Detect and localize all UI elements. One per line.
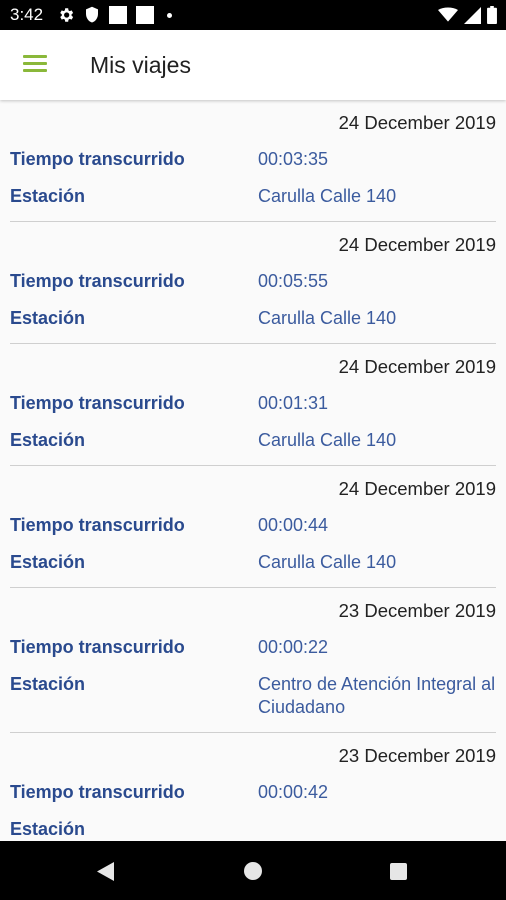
elapsed-time-label: Tiempo transcurrido (10, 515, 185, 535)
station-value: Carulla Calle 140 (258, 308, 397, 328)
gear-icon (60, 8, 74, 22)
dot-icon (167, 12, 172, 18)
station-label: Estación (10, 308, 86, 328)
home-circle-icon[interactable] (244, 862, 262, 880)
trip-item[interactable]: 24 December 2019 Tiempo transcurrido 00:… (10, 222, 496, 344)
elapsed-time-value: 00:01:31 (258, 393, 329, 413)
elapsed-time-label: Tiempo transcurrido (10, 782, 185, 802)
signal-icon (464, 6, 481, 24)
recent-apps-square-icon[interactable] (390, 863, 407, 880)
system-nav-bar (0, 841, 506, 900)
elapsed-time-value: 00:00:22 (258, 637, 329, 657)
elapsed-time-label: Tiempo transcurrido (10, 393, 185, 413)
trip-item[interactable]: 24 December 2019 Tiempo transcurrido 00:… (10, 100, 496, 222)
station-label: Estación (10, 430, 86, 450)
wifi-icon (438, 7, 458, 22)
trip-item[interactable]: 24 December 2019 Tiempo transcurrido 00:… (10, 466, 496, 588)
elapsed-time-label: Tiempo transcurrido (10, 149, 185, 169)
station-value: Carulla Calle 140 (258, 186, 397, 206)
station-label: Estación (10, 186, 86, 206)
trip-date: 24 December 2019 (338, 234, 496, 255)
trip-date: 24 December 2019 (338, 356, 496, 377)
elapsed-time-value: 00:00:42 (258, 782, 329, 802)
shield-icon (86, 6, 98, 23)
trip-item[interactable]: 23 December 2019 Tiempo transcurrido 00:… (10, 588, 496, 733)
status-bar: 3:42 (0, 0, 506, 30)
station-value (258, 818, 496, 840)
trip-date: 23 December 2019 (338, 600, 496, 621)
station-value: Centro de Atención Integral al Ciudadano (258, 674, 496, 717)
elapsed-time-value: 00:05:55 (258, 271, 329, 291)
station-label: Estación (10, 552, 86, 572)
status-notification-icons (57, 6, 172, 24)
elapsed-time-label: Tiempo transcurrido (10, 637, 185, 657)
trips-list[interactable]: 24 December 2019 Tiempo transcurrido 00:… (0, 100, 506, 841)
menu-button[interactable] (15, 49, 55, 81)
station-label: Estación (10, 674, 86, 694)
status-system-icons (438, 6, 497, 24)
back-triangle-icon[interactable] (97, 862, 114, 881)
trip-date: 23 December 2019 (338, 745, 496, 766)
trip-item[interactable]: 23 December 2019 Tiempo transcurrido 00:… (10, 733, 496, 841)
battery-icon (487, 6, 497, 24)
square-icon (136, 6, 154, 24)
elapsed-time-label: Tiempo transcurrido (10, 271, 185, 291)
square-icon (109, 6, 127, 24)
app-bar: Mis viajes (0, 30, 506, 100)
page-title: Mis viajes (90, 52, 191, 78)
station-value: Carulla Calle 140 (258, 430, 397, 450)
trip-date: 24 December 2019 (338, 112, 496, 133)
status-time: 3:42 (10, 5, 44, 24)
elapsed-time-value: 00:00:44 (258, 515, 329, 535)
station-label: Estación (10, 819, 86, 839)
trip-item[interactable]: 24 December 2019 Tiempo transcurrido 00:… (10, 344, 496, 466)
elapsed-time-value: 00:03:35 (258, 149, 329, 169)
trip-date: 24 December 2019 (338, 478, 496, 499)
station-value: Carulla Calle 140 (258, 552, 397, 572)
